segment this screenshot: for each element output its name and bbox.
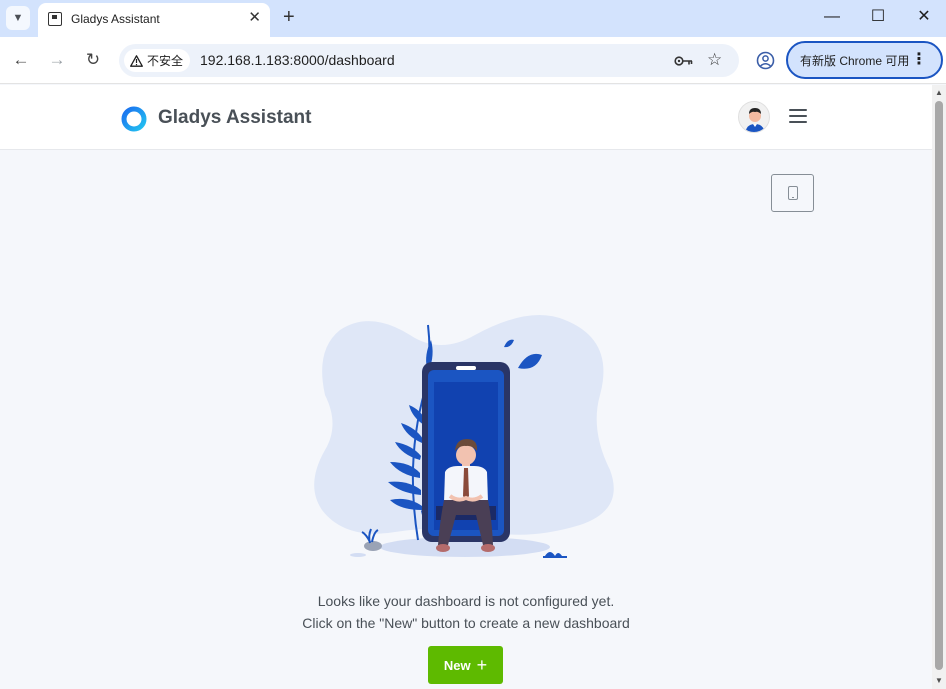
maximize-button[interactable]: ☐: [868, 7, 888, 27]
empty-dashboard-message: Looks like your dashboard is not configu…: [266, 590, 666, 634]
gladys-favicon-icon: [48, 12, 62, 26]
new-tab-button[interactable]: +: [283, 6, 295, 28]
hamburger-icon[interactable]: [789, 109, 807, 124]
warning-icon: [130, 54, 143, 67]
browser-tab[interactable]: Gladys Assistant ✕: [38, 3, 270, 37]
back-button[interactable]: ←: [10, 49, 32, 71]
avatar[interactable]: [738, 101, 770, 133]
browser-window: ▼ Gladys Assistant ✕ + — ☐ ✕ ← → ↻ 不安全 1…: [0, 0, 946, 689]
tab-strip: ▼ Gladys Assistant ✕ + — ☐ ✕: [0, 0, 946, 37]
reload-button[interactable]: ↻: [82, 49, 104, 71]
app-header: Gladys Assistant: [0, 85, 932, 150]
browser-toolbar: ← → ↻ 不安全 192.168.1.183:8000/dashboard ☆: [0, 37, 946, 84]
tablet-mode-button[interactable]: [771, 174, 814, 212]
close-window-button[interactable]: ✕: [914, 7, 934, 27]
address-bar[interactable]: 不安全 192.168.1.183:8000/dashboard ☆: [119, 44, 739, 77]
chrome-update-button[interactable]: 有新版 Chrome 可用 ⋮: [786, 41, 943, 79]
gladys-logo-icon[interactable]: [121, 106, 147, 132]
forward-button[interactable]: →: [46, 49, 68, 71]
user-avatar-icon: [745, 108, 765, 132]
tablet-icon: [788, 186, 798, 200]
scroll-down-icon[interactable]: ▼: [935, 676, 943, 685]
empty-message-line-2: Click on the "New" button to create a ne…: [302, 615, 630, 631]
security-label: 不安全: [147, 54, 184, 68]
plus-icon: +: [476, 655, 488, 675]
chevron-down-icon[interactable]: ▼: [6, 6, 30, 30]
star-icon[interactable]: ☆: [707, 50, 722, 70]
scroll-up-icon[interactable]: ▲: [935, 88, 943, 97]
url-text[interactable]: 192.168.1.183:8000/dashboard: [200, 52, 395, 68]
scroll-thumb[interactable]: [935, 101, 943, 670]
key-icon[interactable]: [674, 54, 694, 68]
page-scrollbar[interactable]: ▲ ▼: [932, 85, 946, 689]
security-chip[interactable]: 不安全: [124, 49, 190, 72]
new-dashboard-button[interactable]: New +: [428, 646, 503, 684]
brand-name[interactable]: Gladys Assistant: [158, 107, 311, 129]
minimize-button[interactable]: —: [822, 7, 842, 27]
empty-dashboard-illustration: [314, 315, 614, 558]
empty-message-line-1: Looks like your dashboard is not configu…: [317, 593, 615, 609]
chrome-update-label: 有新版 Chrome 可用: [800, 53, 910, 68]
account-circle-icon[interactable]: [756, 51, 775, 70]
page-content: Gladys Assistant Looks like your dashboa…: [0, 85, 932, 689]
new-button-label: New: [443, 657, 471, 673]
kebab-menu-icon[interactable]: ⋮: [911, 50, 927, 70]
close-tab-icon[interactable]: ✕: [248, 9, 261, 27]
tab-title: Gladys Assistant: [71, 12, 160, 26]
